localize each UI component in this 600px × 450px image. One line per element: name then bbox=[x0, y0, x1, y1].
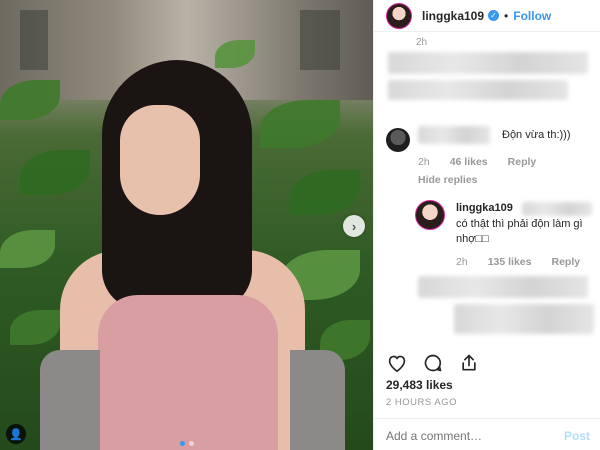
comment-meta: 2h 46 likes Reply bbox=[418, 156, 536, 168]
action-bar bbox=[386, 352, 480, 374]
header-username[interactable]: linggka109 bbox=[422, 9, 484, 23]
blurred-comment bbox=[418, 276, 588, 298]
follow-button[interactable]: Follow bbox=[513, 9, 551, 23]
heart-icon[interactable] bbox=[386, 352, 408, 374]
comments-panel: linggka109 ✓ • Follow 2h Độn vừa th:))) … bbox=[373, 0, 600, 450]
carousel-indicator bbox=[0, 441, 373, 446]
comment-time: 2h bbox=[418, 156, 430, 168]
reply-username[interactable]: linggka109 bbox=[456, 202, 513, 214]
comment-likes[interactable]: 46 likes bbox=[450, 156, 488, 168]
comment-icon[interactable] bbox=[422, 352, 444, 374]
reply-button[interactable]: Reply bbox=[551, 256, 580, 268]
chevron-right-icon[interactable]: › bbox=[343, 215, 365, 237]
avatar[interactable] bbox=[415, 200, 445, 230]
header-separator: • bbox=[504, 8, 509, 23]
instagram-post: › 👤 linggka109 ✓ • Follow 2h Độn vừa th:… bbox=[0, 0, 600, 450]
blurred-text bbox=[522, 202, 592, 216]
hide-replies-button[interactable]: Hide replies bbox=[418, 174, 478, 186]
reply-time: 2h bbox=[456, 256, 468, 268]
reply-likes[interactable]: 135 likes bbox=[488, 256, 532, 268]
carousel-dot bbox=[188, 441, 194, 446]
post-comment-button[interactable]: Post bbox=[564, 429, 590, 443]
comment-text: Độn vừa th:))) bbox=[502, 129, 571, 141]
carousel-dot bbox=[179, 441, 185, 446]
reply-button[interactable]: Reply bbox=[508, 156, 537, 168]
divider bbox=[374, 418, 600, 419]
blurred-comment bbox=[388, 52, 588, 74]
reply-meta: 2h 135 likes Reply bbox=[456, 256, 580, 268]
post-photo[interactable]: › 👤 bbox=[0, 0, 373, 450]
comment-time: 2h bbox=[416, 37, 428, 48]
blurred-comment bbox=[454, 304, 594, 334]
avatar[interactable] bbox=[386, 128, 410, 152]
avatar[interactable] bbox=[386, 2, 412, 29]
blurred-username bbox=[418, 126, 490, 144]
add-comment-input[interactable] bbox=[386, 429, 536, 443]
share-icon[interactable] bbox=[458, 352, 480, 374]
likes-count[interactable]: 29,483 likes bbox=[386, 378, 453, 392]
verified-badge-icon: ✓ bbox=[488, 10, 500, 21]
blurred-comment bbox=[388, 80, 568, 100]
post-header: linggka109 ✓ • Follow bbox=[374, 0, 600, 32]
person-figure bbox=[40, 60, 345, 450]
comment-item: Độn vừa th:))) bbox=[386, 126, 571, 152]
reply-text: có thật thì phải độn làm gì nhợ□□ bbox=[456, 218, 583, 245]
post-timestamp: 2 HOURS AGO bbox=[386, 397, 457, 408]
